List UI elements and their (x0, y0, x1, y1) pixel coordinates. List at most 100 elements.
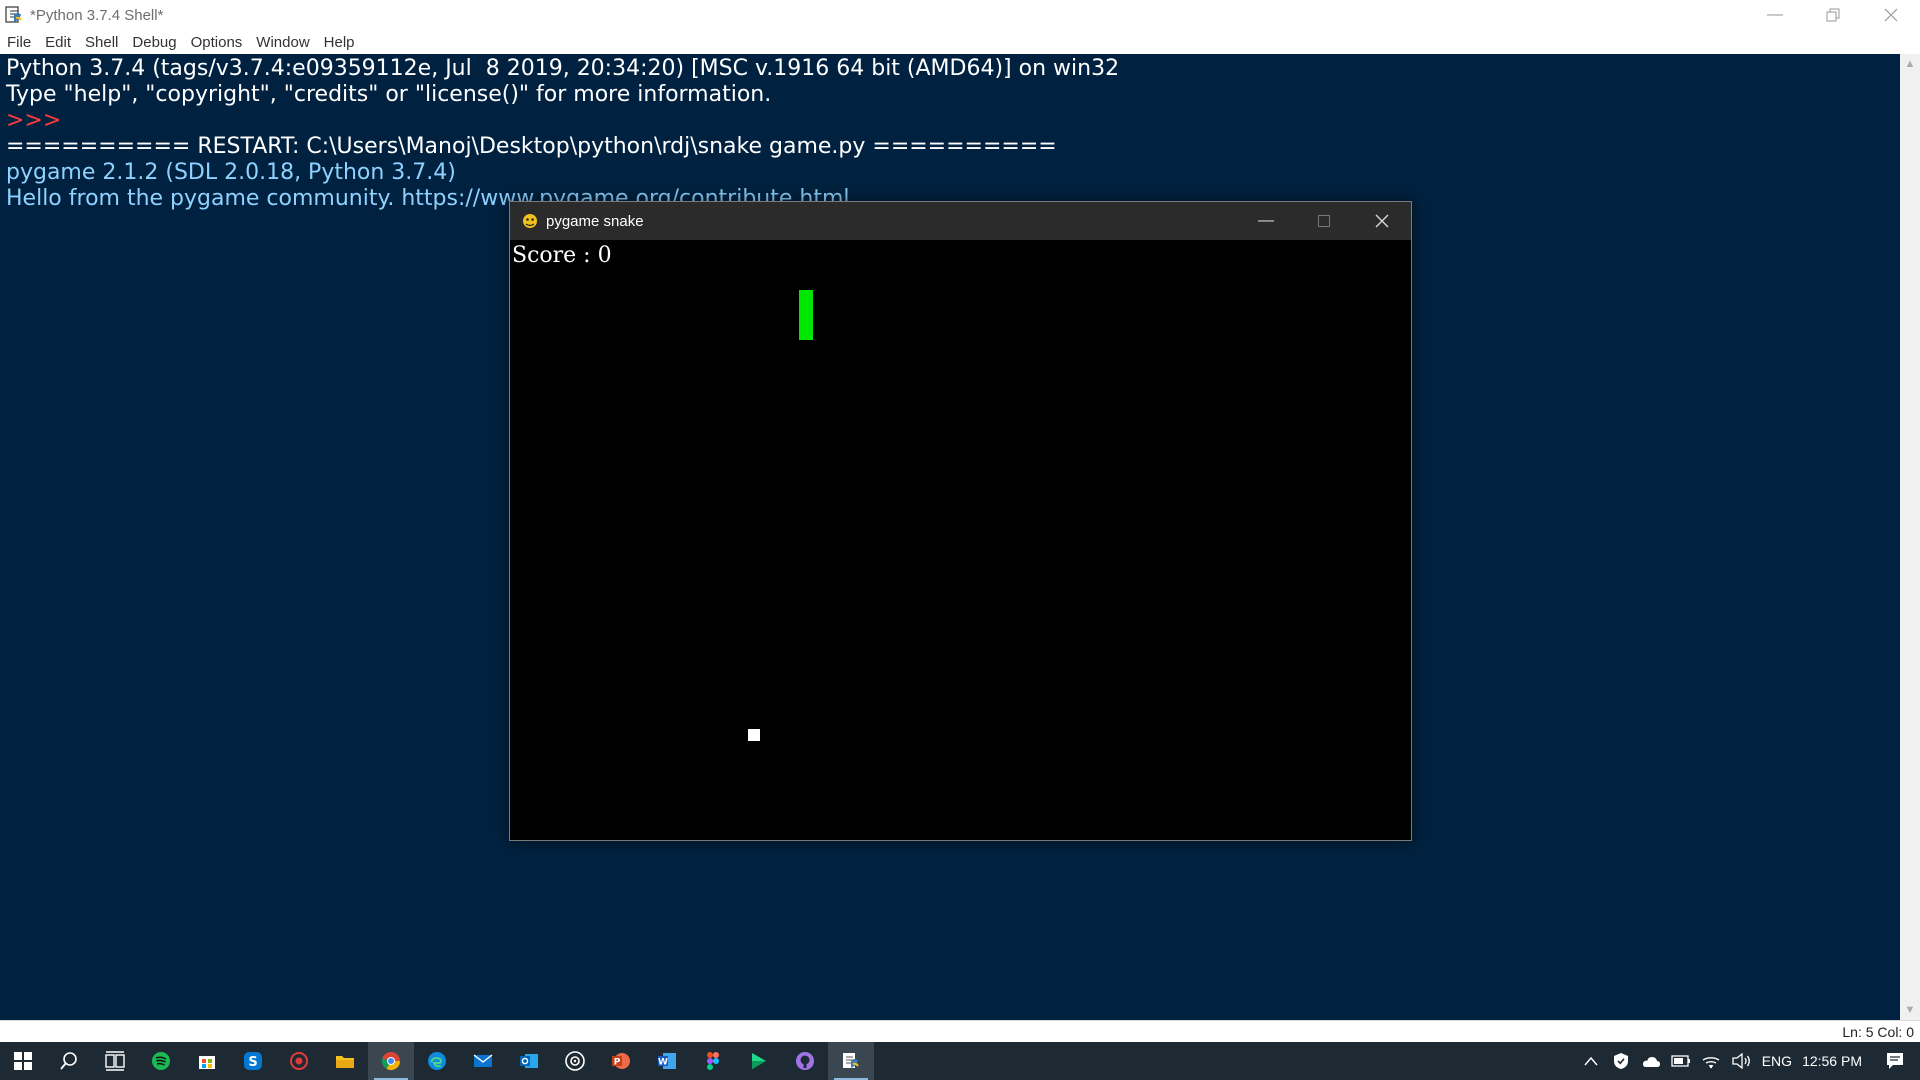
scroll-up-icon[interactable]: ▲ (1900, 56, 1920, 72)
taskbar-store[interactable] (184, 1042, 230, 1080)
taskbar-chrome[interactable] (368, 1042, 414, 1080)
battery-tray-button[interactable] (1666, 1042, 1696, 1080)
idle-title-bar: *Python 3.7.4 Shell* — (0, 0, 1920, 30)
menu-file[interactable]: File (7, 34, 31, 51)
mail-icon (473, 1054, 493, 1067)
menu-help[interactable]: Help (324, 34, 355, 51)
notification-icon (1887, 1053, 1903, 1069)
menu-shell[interactable]: Shell (85, 34, 118, 51)
cloud-icon (1642, 1057, 1660, 1067)
pygame-close-button[interactable] (1353, 202, 1411, 240)
spotify-icon (152, 1052, 170, 1070)
menu-bar: File Edit Shell Debug Options Window Hel… (0, 30, 1920, 54)
shell-line-restart: ========== RESTART: C:\Users\Manoj\Deskt… (6, 134, 1057, 159)
media-player-icon (565, 1051, 585, 1071)
start-button[interactable] (0, 1042, 46, 1080)
idle-icon (843, 1053, 859, 1068)
score-label: Score : 0 (512, 243, 612, 268)
taskbar-edge[interactable] (414, 1042, 460, 1080)
maximize-icon (1318, 215, 1330, 227)
volume-tray-button[interactable] (1726, 1042, 1756, 1080)
security-tray-button[interactable] (1606, 1042, 1636, 1080)
file-explorer-icon (336, 1056, 354, 1068)
taskbar-media-player[interactable] (552, 1042, 598, 1080)
minimize-button[interactable]: — (1746, 0, 1804, 30)
shell-line-pygame-version: pygame 2.1.2 (SDL 2.0.18, Python 3.7.4) (6, 160, 456, 185)
word-icon: W (658, 1053, 676, 1069)
taskbar-skype[interactable]: S (230, 1042, 276, 1080)
skype-icon: S (244, 1052, 262, 1070)
store-icon (199, 1056, 215, 1069)
taskbar-pycharm[interactable] (736, 1042, 782, 1080)
wifi-tray-button[interactable] (1696, 1042, 1726, 1080)
figma-icon (707, 1052, 719, 1070)
minimize-icon: — (1258, 212, 1274, 229)
status-bar: Ln: 5 Col: 0 (0, 1020, 1920, 1042)
taskbar-idle[interactable] (828, 1042, 874, 1080)
pygame-minimize-button[interactable]: — (1237, 202, 1295, 240)
taskbar-word[interactable]: W (644, 1042, 690, 1080)
taskbar-powerpoint[interactable]: P (598, 1042, 644, 1080)
pygame-maximize-button[interactable] (1295, 202, 1353, 240)
taskbar: S P W ENG 12:56 PM (0, 1042, 1920, 1080)
task-view-icon (105, 1051, 125, 1071)
taskbar-github[interactable] (782, 1042, 828, 1080)
close-button[interactable] (1862, 0, 1920, 30)
pygame-title-bar[interactable]: pygame snake — (510, 202, 1411, 240)
taskbar-outlook[interactable] (506, 1042, 552, 1080)
vertical-scrollbar[interactable]: ▲ ▼ (1900, 54, 1920, 1020)
snake (799, 290, 813, 340)
recorder-icon (290, 1052, 308, 1070)
menu-debug[interactable]: Debug (132, 34, 176, 51)
close-icon (1884, 8, 1898, 22)
menu-window[interactable]: Window (256, 34, 309, 51)
scroll-down-icon[interactable]: ▼ (1900, 1002, 1920, 1018)
edge-icon (428, 1052, 446, 1070)
pygame-window-title: pygame snake (546, 212, 644, 230)
svg-text:S: S (248, 1055, 257, 1070)
action-center-button[interactable] (1880, 1042, 1910, 1080)
show-hidden-icons-button[interactable] (1576, 1042, 1606, 1080)
restore-button[interactable] (1804, 0, 1862, 30)
taskbar-spotify[interactable] (138, 1042, 184, 1080)
shell-output: Python 3.7.4 (tags/v3.7.4:e09359112e, Ju… (0, 54, 1900, 212)
start-icon (14, 1052, 32, 1070)
svg-text:W: W (658, 1058, 668, 1068)
cursor-position: Ln: 5 Col: 0 (1842, 1024, 1914, 1040)
svg-text:P: P (614, 1058, 621, 1068)
menu-edit[interactable]: Edit (45, 34, 71, 51)
game-canvas[interactable]: Score : 0 (510, 240, 1411, 840)
onedrive-tray-button[interactable] (1636, 1042, 1666, 1080)
shell-line-version: Python 3.7.4 (tags/v3.7.4:e09359112e, Ju… (6, 56, 1120, 81)
chrome-icon (381, 1052, 400, 1071)
chevron-up-icon (1584, 1056, 1598, 1066)
battery-icon (1671, 1055, 1690, 1067)
shell-line-help: Type "help", "copyright", "credits" or "… (6, 82, 772, 107)
github-icon (796, 1052, 814, 1070)
window-title: *Python 3.7.4 Shell* (30, 6, 164, 24)
pygame-window[interactable]: pygame snake — Score : 0 (509, 201, 1412, 841)
task-view-button[interactable] (92, 1042, 138, 1080)
system-tray: ENG 12:56 PM (1576, 1042, 1920, 1080)
taskbar-mail[interactable] (460, 1042, 506, 1080)
clock[interactable]: 12:56 PM (1802, 1053, 1862, 1069)
menu-options[interactable]: Options (191, 34, 243, 51)
taskbar-file-explorer[interactable] (322, 1042, 368, 1080)
idle-app-icon[interactable] (4, 5, 24, 25)
wifi-icon (1702, 1057, 1720, 1069)
search-button[interactable] (46, 1042, 92, 1080)
restore-icon (1826, 8, 1840, 22)
speaker-icon (1732, 1053, 1750, 1069)
taskbar-figma[interactable] (690, 1042, 736, 1080)
language-indicator[interactable]: ENG (1762, 1053, 1792, 1069)
outlook-icon (520, 1054, 538, 1068)
close-icon (1375, 214, 1389, 228)
search-icon (60, 1052, 77, 1070)
pycharm-icon (752, 1053, 766, 1069)
food (748, 729, 760, 741)
shell-prompt: >>> (6, 108, 69, 133)
powerpoint-icon: P (612, 1053, 630, 1069)
pygame-snake-icon (521, 212, 539, 230)
shield-icon (1613, 1053, 1628, 1069)
taskbar-recorder[interactable] (276, 1042, 322, 1080)
